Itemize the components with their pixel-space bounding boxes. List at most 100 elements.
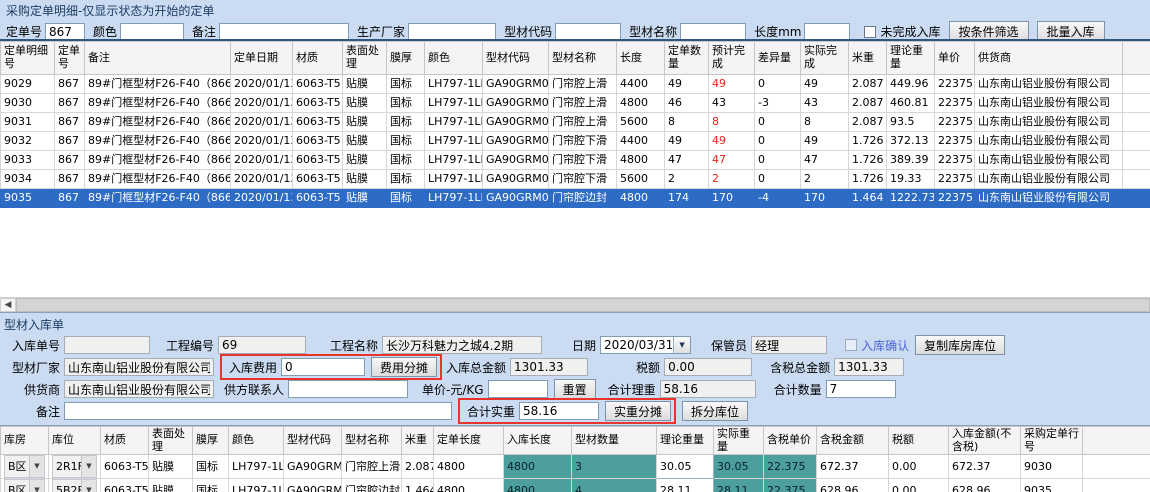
cell[interactable]: GA90GRM03 — [483, 75, 549, 94]
cell[interactable]: 6063-T5 — [293, 113, 343, 132]
cell[interactable]: 22.375 — [764, 479, 817, 492]
cell[interactable]: 2.087 — [849, 75, 887, 94]
cell[interactable]: 6063-T5 — [101, 479, 149, 492]
cell[interactable]: 867 — [55, 94, 85, 113]
table-row[interactable]: 903186789#门框型材F26-F40（866+867）2020/01/13… — [1, 113, 1150, 132]
column-header[interactable]: 理论重量 — [887, 42, 935, 75]
cell[interactable]: 0 — [755, 75, 801, 94]
column-header[interactable]: 米重 — [402, 427, 434, 455]
cell[interactable]: 2020/01/13 — [231, 132, 293, 151]
column-header[interactable]: 库位 — [49, 427, 101, 455]
supplier-input[interactable] — [64, 380, 214, 398]
cell[interactable]: 30.05 — [714, 455, 764, 479]
cell[interactable]: 170 — [801, 189, 849, 208]
column-header[interactable]: 米重 — [849, 42, 887, 75]
cell[interactable]: 1.464 — [402, 479, 434, 492]
column-header[interactable]: 入库金额(不含税) — [949, 427, 1021, 455]
cell[interactable]: 6063-T5 — [293, 170, 343, 189]
column-header[interactable]: 预计完成 — [709, 42, 755, 75]
cell[interactable]: 47 — [709, 151, 755, 170]
cell[interactable]: 1.726 — [849, 170, 887, 189]
column-header[interactable]: 型材代码 — [483, 42, 549, 75]
cell[interactable]: 22.375 — [764, 455, 817, 479]
cell[interactable]: LH797-1LL0 — [425, 189, 483, 208]
column-header[interactable]: 型材名称 — [549, 42, 617, 75]
cell[interactable]: -3 — [755, 94, 801, 113]
column-header[interactable]: 表面处理 — [149, 427, 193, 455]
cell[interactable]: 89#门框型材F26-F40（866+867） — [85, 151, 231, 170]
order-no-input[interactable] — [45, 23, 85, 41]
cell[interactable]: 89#门框型材F26-F40（866+867） — [85, 94, 231, 113]
cell[interactable]: 0 — [755, 170, 801, 189]
cell[interactable]: 46 — [665, 94, 709, 113]
cell[interactable]: 门帘腔边封 — [342, 479, 402, 492]
supplier-contact-input[interactable] — [288, 380, 408, 398]
cell[interactable]: 0 — [755, 151, 801, 170]
warehouse-combo[interactable]: B区▼ — [1, 479, 49, 492]
cell[interactable]: 5600 — [617, 170, 665, 189]
cell[interactable]: GA90GRM05 — [483, 189, 549, 208]
cell[interactable]: 门帘腔上滑 — [549, 94, 617, 113]
cell[interactable]: 9030 — [1, 94, 55, 113]
cell[interactable]: 山东南山铝业股份有限公司 — [975, 170, 1123, 189]
cell[interactable]: 国标 — [387, 151, 425, 170]
scrollbar-thumb[interactable] — [16, 298, 1150, 312]
date-picker[interactable]: 2020/03/31 ▼ — [600, 336, 691, 354]
cell[interactable]: 22375 — [935, 132, 975, 151]
total-qty-input[interactable] — [826, 380, 896, 398]
tax-total-input[interactable] — [834, 358, 904, 376]
cell[interactable]: 山东南山铝业股份有限公司 — [975, 132, 1123, 151]
cell[interactable]: 4800 — [617, 94, 665, 113]
cell[interactable]: 449.96 — [887, 75, 935, 94]
cell[interactable]: 89#门框型材F26-F40（866+867） — [85, 75, 231, 94]
location-combo[interactable]: 5B2F▼ — [49, 479, 101, 492]
column-header[interactable]: 长度 — [617, 42, 665, 75]
cell[interactable]: 28.11 — [657, 479, 714, 492]
cell[interactable]: 389.39 — [887, 151, 935, 170]
cell[interactable]: 2020/01/13 — [231, 94, 293, 113]
table-row[interactable]: 903586789#门框型材F26-F40（866+867）2020/01/13… — [1, 189, 1150, 208]
project-name-input[interactable] — [382, 336, 542, 354]
column-header[interactable]: 差异量 — [755, 42, 801, 75]
entry-no-input[interactable] — [64, 336, 150, 354]
cell[interactable]: 4800 — [504, 479, 572, 492]
cell[interactable]: GA90GRM04 — [483, 132, 549, 151]
cell[interactable]: 22375 — [935, 94, 975, 113]
remark-input[interactable] — [219, 23, 349, 41]
chevron-down-icon[interactable]: ▼ — [29, 480, 44, 492]
cell[interactable]: 4400 — [617, 132, 665, 151]
column-header[interactable]: 膜厚 — [193, 427, 229, 455]
cell[interactable]: 6063-T5 — [293, 189, 343, 208]
cell[interactable]: 9032 — [1, 132, 55, 151]
cell[interactable]: 22375 — [935, 189, 975, 208]
cell[interactable]: 867 — [55, 151, 85, 170]
cell[interactable]: LH797-1LL0 — [229, 479, 284, 492]
cell[interactable]: 867 — [55, 170, 85, 189]
cell[interactable]: 4800 — [617, 189, 665, 208]
cell[interactable]: 867 — [55, 113, 85, 132]
cell[interactable]: 89#门框型材F26-F40（866+867） — [85, 113, 231, 132]
cell[interactable]: 628.96 — [949, 479, 1021, 492]
cell[interactable]: 19.33 — [887, 170, 935, 189]
chevron-down-icon[interactable]: ▼ — [81, 456, 96, 477]
copy-location-button[interactable]: 复制库房库位 — [915, 335, 1005, 355]
table-row[interactable]: 903286789#门框型材F26-F40（866+867）2020/01/13… — [1, 132, 1150, 151]
cell[interactable]: 460.81 — [887, 94, 935, 113]
entry-fee-input[interactable] — [281, 358, 365, 376]
cell[interactable]: 49 — [665, 75, 709, 94]
cell[interactable]: 4800 — [434, 455, 504, 479]
cell[interactable]: 1.726 — [849, 151, 887, 170]
column-header[interactable]: 实际重量 — [714, 427, 764, 455]
cell[interactable]: 贴膜 — [343, 132, 387, 151]
column-header[interactable]: 采购定单行号 — [1021, 427, 1083, 455]
cell[interactable]: 867 — [55, 132, 85, 151]
table-row[interactable]: 902986789#门框型材F26-F40（866+867）2020/01/13… — [1, 75, 1150, 94]
unfinished-checkbox[interactable] — [864, 26, 876, 38]
cell[interactable]: 4 — [572, 479, 657, 492]
cell[interactable]: 6063-T5 — [293, 132, 343, 151]
cell[interactable]: 6063-T5 — [293, 75, 343, 94]
cell[interactable]: 22375 — [935, 113, 975, 132]
cell[interactable]: 贴膜 — [149, 479, 193, 492]
cell[interactable]: 49 — [801, 132, 849, 151]
cell[interactable]: -4 — [755, 189, 801, 208]
